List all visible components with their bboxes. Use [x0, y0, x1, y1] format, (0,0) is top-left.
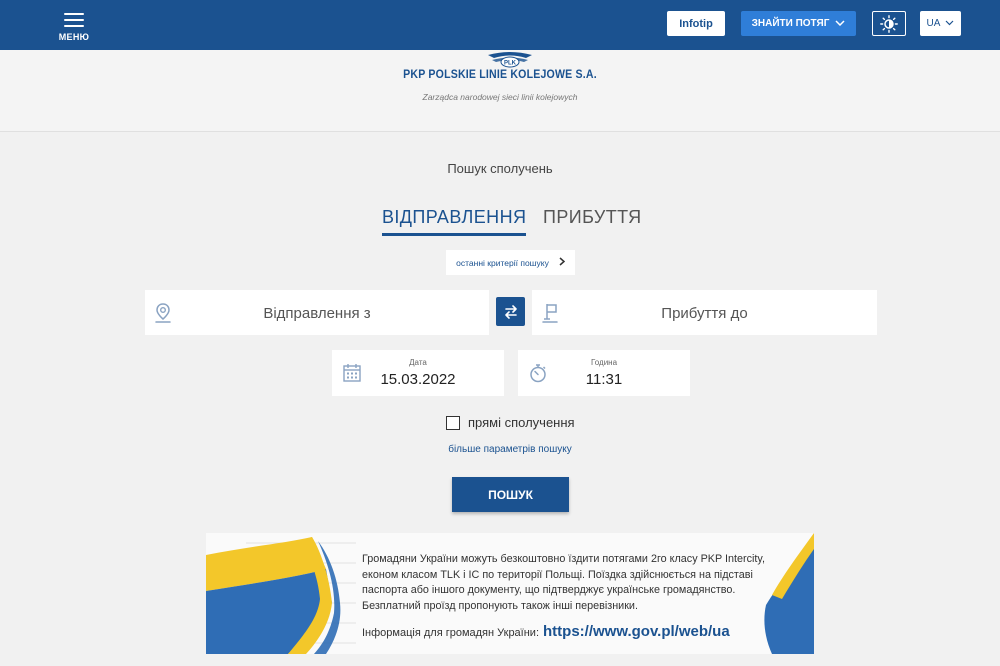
direct-connections-label: прямі сполучення [468, 415, 575, 430]
departure-placeholder: Відправлення з [263, 305, 371, 322]
plk-logo-icon[interactable]: PLK [486, 52, 534, 68]
tab-departure[interactable]: ВІДПРАВЛЕННЯ [382, 207, 527, 236]
recent-criteria-button[interactable]: останні критерії пошуку [446, 250, 575, 275]
arrival-placeholder: Прибуття до [661, 305, 748, 322]
chevron-down-icon [835, 18, 845, 29]
time-picker[interactable]: Година 11:31 [518, 350, 690, 396]
arrival-station-input[interactable]: Прибуття до [532, 290, 877, 335]
infotip-button[interactable]: Infotip [667, 11, 725, 36]
menu-label: МЕНЮ [58, 32, 90, 42]
logo-mark-text: PLK [504, 61, 517, 67]
contrast-icon [880, 14, 898, 33]
search-button[interactable]: ПОШУК [452, 477, 569, 512]
company-tagline: Zarządca narodowej sieci linii kolejowyc… [422, 92, 578, 102]
date-value: 15.03.2022 [380, 371, 456, 388]
departure-station-input[interactable]: Відправлення з [145, 290, 489, 335]
recent-criteria-label: останні критерії пошуку [456, 257, 549, 268]
tab-arrival[interactable]: ПРИБУТТЯ [543, 207, 642, 228]
chevron-down-icon [945, 18, 954, 29]
more-search-params-link[interactable]: більше параметрів пошуку [0, 444, 1000, 455]
banner-info: Інформація для громадян України: https:/… [362, 623, 730, 640]
banner-info-label: Інформація для громадян України: [362, 627, 540, 639]
menu-button[interactable]: МЕНЮ [54, 10, 94, 44]
checkbox-icon[interactable] [446, 415, 460, 430]
top-header: МЕНЮ Infotip ЗНАЙТИ ПОТЯГ UA [0, 0, 1000, 50]
language-select[interactable]: UA [920, 11, 961, 36]
find-train-button[interactable]: ЗНАЙТИ ПОТЯГ [741, 11, 856, 36]
gov-ua-link[interactable]: https://www.gov.pl/web/ua [543, 623, 730, 640]
date-label: Дата [409, 358, 427, 367]
date-picker[interactable]: Дата 15.03.2022 [332, 350, 504, 396]
menu-icon [64, 10, 84, 31]
chevron-right-icon [559, 256, 565, 269]
find-train-label: ЗНАЙТИ ПОТЯГ [751, 18, 830, 29]
direct-connections-checkbox[interactable]: прямі сполучення [446, 414, 575, 431]
company-name: PKP POLSKIE LINIE KOLEJOWE S.A. [403, 69, 597, 81]
contrast-toggle-button[interactable] [872, 11, 906, 36]
time-value: 11:31 [585, 371, 623, 388]
ukraine-info-banner[interactable]: Громадяни України можуть безкоштовно їзд… [206, 533, 814, 654]
time-label: Година [590, 358, 618, 367]
logo-band: PLK PKP POLSKIE LINIE KOLEJOWE S.A. Zarz… [0, 50, 1000, 132]
page-title: Пошук сполучень [447, 161, 553, 176]
swap-stations-button[interactable] [496, 297, 525, 326]
swap-icon [504, 304, 517, 319]
banner-text: Громадяни України можуть безкоштовно їзд… [362, 553, 766, 613]
language-label: UA [926, 18, 941, 29]
